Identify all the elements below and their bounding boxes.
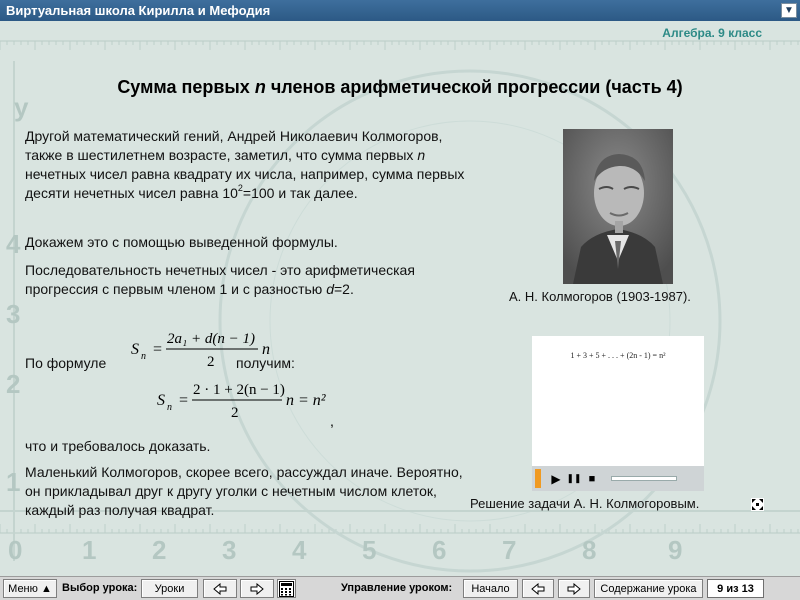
axis-digit-3: 3 <box>222 535 236 565</box>
page-title: Сумма первых n членов арифметической про… <box>0 77 800 98</box>
axis-digit-2: 2 <box>152 535 166 565</box>
paragraph-conclusion: что и требовалось доказать. <box>25 438 211 454</box>
axis-digit-v1: 1 <box>6 467 20 497</box>
arrow-right-icon <box>567 582 581 595</box>
axis-digit-v4: 4 <box>6 229 21 259</box>
formula2-eq: = <box>179 392 188 409</box>
next-page-button[interactable] <box>558 579 590 598</box>
lesson-select-label: Выбор урока: <box>62 582 138 594</box>
formula1-eq: = <box>153 341 162 358</box>
paragraph-prove: Докажем это с помощью выведенной формулы… <box>25 234 338 250</box>
paragraph-formula-a: По формуле <box>25 355 107 371</box>
formula-comma: , <box>330 413 334 429</box>
paragraph-intro-a: Другой математический гений, Андрей Нико… <box>25 128 443 163</box>
axis-digit-6: 6 <box>432 535 446 565</box>
page-indicator: 9 из 13 <box>707 579 764 598</box>
window-menu-dropdown-icon[interactable]: ▼ <box>781 3 797 18</box>
formula1-lhs: S <box>131 341 139 358</box>
axis-digit-4: 4 <box>292 535 307 565</box>
next-lesson-button[interactable] <box>240 579 274 598</box>
window-titlebar: Виртуальная школа Кирилла и Мефодия ▼ <box>0 0 800 21</box>
menu-button[interactable]: Меню ▲ <box>3 579 57 598</box>
paragraph-sequence-b: =2. <box>333 281 354 297</box>
formula-sum-general: S n = 2a₁ + d(n − 1) 2 n <box>131 331 270 370</box>
paragraph-intro-var: n <box>417 147 426 163</box>
prev-lesson-button[interactable] <box>203 579 237 598</box>
lessons-button[interactable]: Уроки <box>141 579 198 598</box>
video-screen[interactable]: 1 + 3 + 5 + . . . + (2n - 1) = n² <box>532 336 704 466</box>
formula2-denominator: 2 <box>231 405 239 421</box>
formula1-denominator: 2 <box>207 354 215 370</box>
start-button[interactable]: Начало <box>463 579 518 598</box>
portrait-image <box>563 129 673 284</box>
video-volume-slider[interactable] <box>611 476 677 481</box>
formula1-lhs-sub: n <box>141 351 146 362</box>
kolmogorov-portrait <box>563 129 673 284</box>
arrow-right-icon <box>250 582 264 595</box>
axis-digit-1: 1 <box>82 535 96 565</box>
chevron-down-icon: ▼ <box>784 4 794 16</box>
video-seek-marker[interactable] <box>535 469 541 488</box>
page-title-pre: Сумма первых <box>117 77 255 97</box>
paragraph-sequence: Последовательность нечетных чисел - это … <box>25 261 465 299</box>
paragraph-intro-c: =100 и так далее. <box>242 185 358 201</box>
arrow-left-icon <box>531 582 545 595</box>
formula1-numerator: 2a₁ + d(n − 1) <box>167 331 255 347</box>
formula1-tail: n <box>262 341 270 358</box>
calculator-icon <box>279 580 294 597</box>
lesson-contents-button[interactable]: Содержание урока <box>594 579 703 598</box>
axis-digit-7: 7 <box>502 535 516 565</box>
expand-icon[interactable] <box>751 498 764 511</box>
window-title: Виртуальная школа Кирилла и Мефодия <box>6 3 271 18</box>
axis-digit-9: 9 <box>668 535 682 565</box>
video-caption: Решение задачи А. Н. Колмогоровым. <box>470 496 700 511</box>
pause-icon[interactable]: ❚❚ <box>565 469 583 489</box>
axis-digit-8: 8 <box>582 535 596 565</box>
formula2-lhs-sub: n <box>167 402 172 413</box>
paragraph-little-kolmogorov: Маленький Колмогоров, скорее всего, расс… <box>25 464 463 518</box>
lesson-area: y 1 2 3 4 0 1 2 3 4 5 6 7 8 9 Алгебра. 9… <box>0 21 800 576</box>
axis-digit-v3: 3 <box>6 299 20 329</box>
video-equation: 1 + 3 + 5 + . . . + (2n - 1) = n² <box>570 351 666 360</box>
prev-page-button[interactable] <box>522 579 554 598</box>
stop-icon[interactable]: ■ <box>583 469 601 489</box>
play-icon[interactable]: ▶ <box>547 469 565 489</box>
paragraph-intro: Другой математический гений, Андрей Нико… <box>25 127 465 203</box>
lesson-control-label: Управление уроком: <box>341 582 453 594</box>
page-title-var: n <box>254 77 266 97</box>
arrow-left-icon <box>213 582 227 595</box>
axis-digit-v2: 2 <box>6 369 20 399</box>
video-controls: ▶ ❚❚ ■ <box>532 466 704 491</box>
calculator-button[interactable] <box>277 579 296 598</box>
subject-label: Алгебра. 9 класс <box>662 26 762 40</box>
page-title-post: членов арифметической прогрессии (часть … <box>265 77 683 97</box>
portrait-caption: А. Н. Колмогоров (1903-1987). <box>509 289 691 304</box>
formula-sum-odd: S n = 2 · 1 + 2(n − 1) 2 n = n² <box>157 382 327 421</box>
formula2-lhs: S <box>157 392 165 409</box>
formula2-numerator: 2 · 1 + 2(n − 1) <box>193 382 285 398</box>
formula2-tail: n = n² <box>286 392 327 409</box>
axis-digit-5: 5 <box>362 535 376 565</box>
axis-digit-0: 0 <box>8 535 22 565</box>
paragraph-sequence-var: d <box>326 281 334 297</box>
paragraph-sequence-a: Последовательность нечетных чисел - это … <box>25 262 415 297</box>
bottom-toolbar: Меню ▲ Выбор урока: Уроки Управление уро… <box>0 576 800 600</box>
